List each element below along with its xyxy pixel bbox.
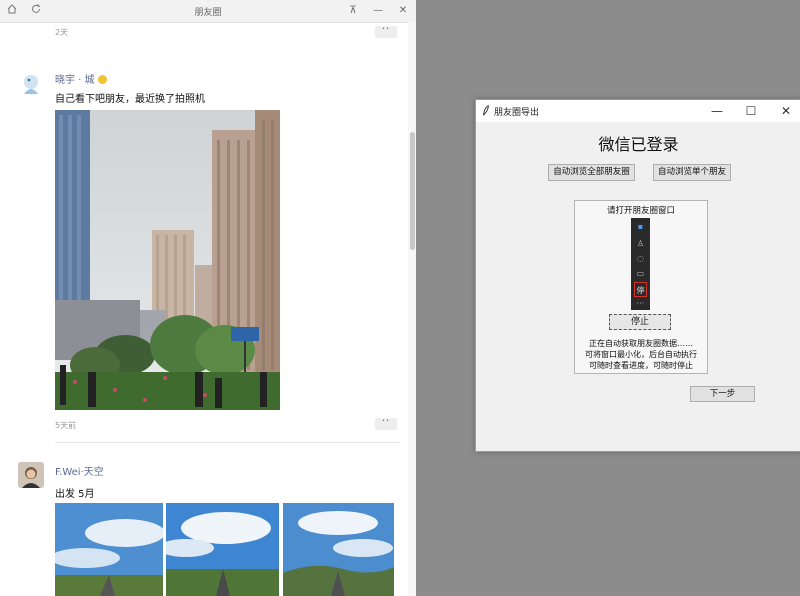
moments-titlebar: 朋友圈 ⊼ — ✕ xyxy=(0,0,416,23)
post-username[interactable]: 晓宇 · 城 xyxy=(55,71,107,86)
next-button[interactable]: 下一步 xyxy=(690,386,755,402)
contacts-icon: ♙ xyxy=(636,239,645,248)
scrollbar-thumb[interactable] xyxy=(410,132,415,250)
browse-single-button[interactable]: 自动浏览单个朋友 xyxy=(653,164,731,181)
progress-note: 可随时查看进度，可随时停止 xyxy=(589,361,693,370)
minimize-button[interactable]: — xyxy=(702,102,732,120)
guide-panel: 请打开朋友圈窗口 ▪ ♙ ◌ ▭ 停 ··· 停止 正在自动获取朋友圈数据…… … xyxy=(574,200,708,374)
stop-button[interactable]: 停止 xyxy=(609,314,671,330)
emoji-icon xyxy=(97,75,107,84)
close-button[interactable]: ✕ xyxy=(771,102,800,120)
maximize-button[interactable]: ☐ xyxy=(736,102,766,120)
post-text: 出发 5月 xyxy=(55,489,95,500)
favorites-icon: ◌ xyxy=(637,254,644,263)
minimize-button[interactable]: — xyxy=(370,3,386,19)
post-photo[interactable] xyxy=(283,503,394,596)
more-button[interactable]: ·· xyxy=(375,417,397,430)
guide-title: 请打开朋友圈窗口 xyxy=(606,206,675,216)
post-username[interactable]: F.Wei·天空 xyxy=(55,463,104,478)
post-time: 2天 xyxy=(55,28,69,37)
pin-button[interactable]: ⊼ xyxy=(345,3,361,19)
folder-icon: ▭ xyxy=(636,269,645,278)
feather-icon xyxy=(482,105,490,119)
moments-icon: 停 xyxy=(634,282,647,297)
progress-note: 正在自动获取朋友圈数据…… xyxy=(589,339,693,348)
dialog-title: 朋友圈导出 xyxy=(494,108,540,118)
wechat-sidebar-preview: ▪ ♙ ◌ ▭ 停 ··· xyxy=(631,218,650,310)
login-status-heading: 微信已登录 xyxy=(598,135,679,154)
scrollbar-track[interactable] xyxy=(408,22,416,596)
dialog-titlebar: 朋友圈导出 — ☐ ✕ xyxy=(476,100,800,122)
post-time: 5天前 xyxy=(55,421,77,430)
post-photo[interactable] xyxy=(55,110,280,410)
export-dialog: 朋友圈导出 — ☐ ✕ 微信已登录 自动浏览全部朋友圈 自动浏览单个朋友 请打开… xyxy=(475,99,800,452)
post-divider xyxy=(55,442,400,443)
more-button[interactable]: ·· xyxy=(375,25,397,38)
avatar[interactable] xyxy=(18,462,44,488)
post-text: 自己看下吧朋友，最近换了拍照机 xyxy=(55,94,205,105)
post-photo[interactable] xyxy=(55,503,163,596)
chat-icon: ▪ xyxy=(637,222,644,231)
progress-note: 可将窗口最小化，后台自动执行 xyxy=(585,350,697,359)
avatar[interactable] xyxy=(18,70,44,96)
moments-window: 朋友圈 ⊼ — ✕ 2天 ·· 晓宇 · 城 自己看下吧朋友，最近换了拍照机 5… xyxy=(0,0,416,596)
post-photo[interactable] xyxy=(166,503,279,596)
browse-all-button[interactable]: 自动浏览全部朋友圈 xyxy=(548,164,635,181)
more-icon: ··· xyxy=(636,299,645,308)
close-button[interactable]: ✕ xyxy=(395,3,411,19)
